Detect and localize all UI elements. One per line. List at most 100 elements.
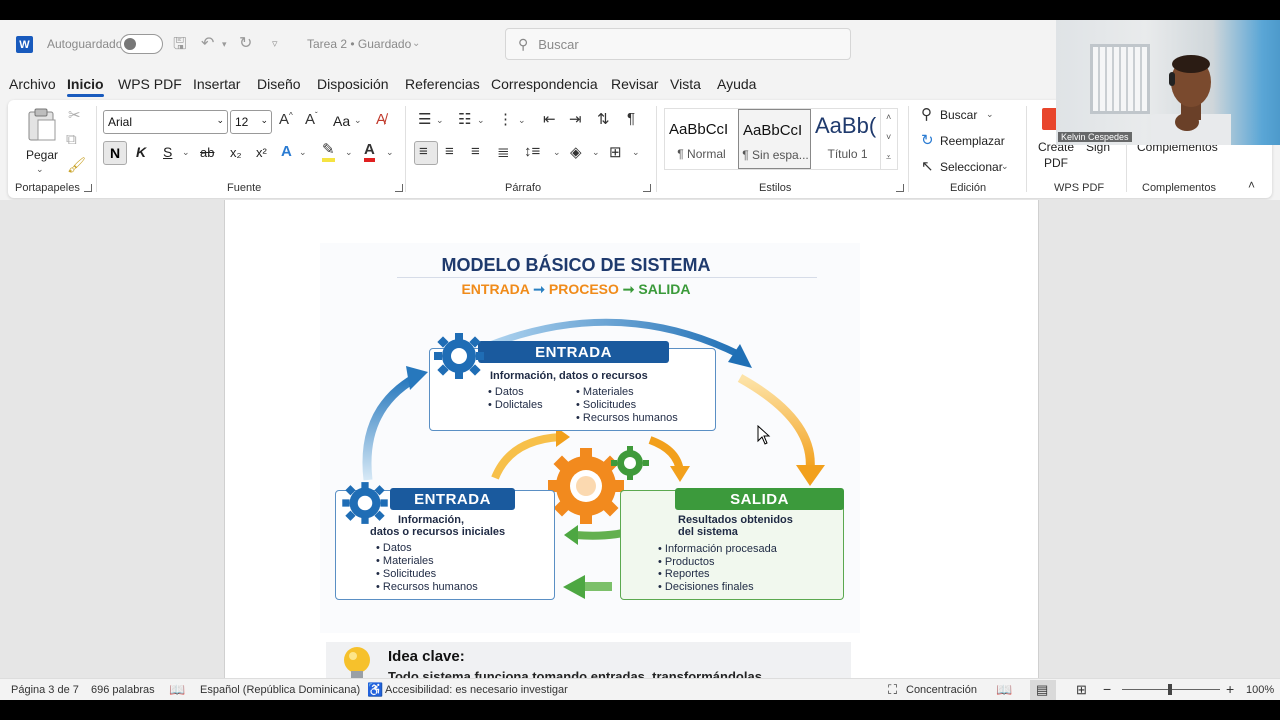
web-layout-icon[interactable]: ⊞ [1076, 682, 1087, 698]
accessibility-status[interactable]: Accesibilidad: es necesario investigar [385, 684, 568, 696]
line-spacing-dropdown-icon[interactable]: ⌄ [553, 147, 561, 158]
style-titulo-1[interactable]: AaBb( Título 1 [811, 109, 884, 169]
customize-toolbar-icon[interactable]: ▿ [272, 37, 278, 50]
decrease-indent-icon[interactable]: ⇤ [543, 110, 556, 128]
paragraph-launcher-icon[interactable] [643, 184, 651, 192]
right-card-subtitle: del sistema [678, 526, 738, 538]
change-case-dropdown-icon[interactable]: ⌄ [354, 115, 362, 126]
highlight-dropdown-icon[interactable]: ⌄ [345, 147, 353, 158]
autosave-toggle[interactable] [120, 34, 163, 54]
numbering-dropdown-icon[interactable]: ⌄ [477, 115, 485, 126]
grow-font-icon[interactable]: A^ [279, 111, 293, 128]
pdf-label[interactable]: PDF [1044, 156, 1068, 170]
font-name-select[interactable]: Arial ⌄ [103, 110, 228, 134]
language-label[interactable]: Español (República Dominicana) [200, 684, 360, 696]
clear-formatting-icon[interactable]: A̸ [376, 111, 386, 128]
select-icon[interactable]: ↖ [921, 157, 934, 175]
proofing-icon[interactable]: 📖 [169, 682, 185, 698]
tab-vista[interactable]: Vista [670, 76, 701, 92]
bold-button[interactable]: N [103, 141, 127, 165]
find-dropdown-icon[interactable]: ⌄ [986, 109, 994, 120]
copy-icon[interactable]: ⧉ [66, 131, 77, 148]
font-color-dropdown-icon[interactable]: ⌄ [386, 147, 394, 158]
paste-button[interactable]: Pegar ⌄ [20, 106, 64, 174]
shading-icon[interactable]: ◈ [570, 143, 582, 161]
replace-icon[interactable]: ↻ [921, 131, 934, 149]
tab-wps-pdf[interactable]: WPS PDF [118, 76, 182, 92]
justify-icon[interactable]: ≣ [497, 143, 510, 161]
undo-icon[interactable]: ↶ [201, 33, 214, 53]
sort-icon[interactable]: ⇅ [597, 110, 610, 128]
text-effects-icon[interactable]: A [281, 143, 292, 160]
tab-archivo[interactable]: Archivo [9, 76, 56, 92]
replace-button[interactable]: Reemplazar [940, 134, 1005, 148]
styles-expand-icon[interactable]: ⩡ [886, 152, 891, 163]
word-count[interactable]: 696 palabras [91, 684, 155, 696]
save-icon[interactable]: 🖫 [173, 33, 187, 60]
style-sin-espaciado[interactable]: AaBbCcI ¶ Sin espa... [738, 109, 811, 169]
redo-icon[interactable]: ↻ [239, 33, 252, 53]
tab-ayuda[interactable]: Ayuda [717, 76, 756, 92]
change-case-button[interactable]: Aa [333, 113, 350, 129]
page-count[interactable]: Página 3 de 7 [11, 684, 79, 696]
style-normal[interactable]: AaBbCcI ¶ Normal [665, 109, 738, 169]
shading-dropdown-icon[interactable]: ⌄ [592, 147, 600, 158]
accessibility-icon[interactable]: ♿ [367, 682, 383, 698]
read-mode-icon[interactable]: 📖 [996, 682, 1012, 698]
document-title[interactable]: Tarea 2 • Guardado [307, 37, 411, 51]
tab-correspondencia[interactable]: Correspondencia [491, 76, 598, 92]
tab-revisar[interactable]: Revisar [611, 76, 658, 92]
focus-button[interactable]: Concentración [906, 684, 977, 696]
borders-icon[interactable]: ⊞ [609, 143, 622, 161]
bullets-dropdown-icon[interactable]: ⌄ [436, 115, 444, 126]
font-size-select[interactable]: 12 ⌄ [230, 110, 272, 134]
tab-disposicion[interactable]: Disposición [317, 76, 389, 92]
borders-dropdown-icon[interactable]: ⌄ [632, 147, 640, 158]
underline-dropdown-icon[interactable]: ⌄ [182, 147, 190, 158]
styles-scroll-up-icon[interactable]: ˄ [886, 112, 891, 122]
tab-insertar[interactable]: Insertar [193, 76, 240, 92]
show-formatting-marks-icon[interactable]: ¶ [627, 110, 635, 127]
zoom-slider-thumb[interactable] [1168, 684, 1172, 695]
tab-inicio[interactable]: Inicio [67, 76, 104, 97]
styles-scroll-down-icon[interactable]: ˅ [886, 132, 891, 142]
cut-icon[interactable]: ✂ [68, 106, 81, 124]
highlight-icon[interactable]: ✎ [322, 142, 335, 162]
find-button[interactable]: Buscar [940, 108, 977, 122]
numbering-icon[interactable]: ☷ [458, 110, 471, 128]
idea-text: Todo sistema funciona tomando entradas, … [388, 670, 762, 678]
undo-dropdown-icon[interactable]: ▾ [222, 39, 227, 50]
search-input[interactable]: ⚲ Buscar [505, 28, 851, 60]
zoom-level[interactable]: 100% [1246, 684, 1274, 696]
styles-launcher-icon[interactable] [896, 184, 904, 192]
align-right-icon[interactable]: ≡ [471, 143, 480, 160]
italic-button[interactable]: K [136, 144, 146, 160]
zoom-in-icon[interactable]: + [1226, 681, 1234, 697]
select-dropdown-icon[interactable]: ⌄ [1001, 161, 1009, 172]
clipboard-launcher-icon[interactable] [84, 184, 92, 192]
multilevel-list-dropdown-icon[interactable]: ⌄ [518, 115, 526, 126]
underline-button[interactable]: S [163, 144, 172, 160]
tab-diseno[interactable]: Diseño [257, 76, 301, 92]
tab-referencias[interactable]: Referencias [405, 76, 480, 92]
font-name-dropdown-icon: ⌄ [216, 115, 224, 125]
multilevel-list-icon[interactable]: ⋮ [498, 110, 513, 128]
select-button[interactable]: Seleccionar [940, 160, 1003, 174]
increase-indent-icon[interactable]: ⇥ [569, 110, 582, 128]
font-launcher-icon[interactable] [395, 184, 403, 192]
superscript-button[interactable]: x² [256, 145, 267, 160]
focus-icon[interactable]: ⛶ [888, 682, 897, 698]
title-chevron-down-icon[interactable]: ⌄ [412, 38, 420, 49]
find-icon[interactable]: ⚲ [921, 105, 932, 123]
shrink-font-icon[interactable]: Aˇ [305, 111, 318, 128]
format-painter-icon[interactable]: 🖌 [67, 156, 86, 174]
line-spacing-icon[interactable]: ↕≡ [524, 143, 540, 160]
font-color-icon[interactable]: A [364, 142, 375, 162]
strikethrough-button[interactable]: ab [200, 145, 214, 160]
text-effects-dropdown-icon[interactable]: ⌄ [299, 147, 307, 158]
zoom-out-icon[interactable]: − [1103, 681, 1111, 697]
bullets-icon[interactable]: ☰ [418, 110, 431, 128]
collapse-ribbon-icon[interactable]: ˄ [1248, 178, 1255, 192]
align-center-icon[interactable]: ≡ [445, 143, 454, 160]
subscript-button[interactable]: x₂ [230, 145, 242, 160]
